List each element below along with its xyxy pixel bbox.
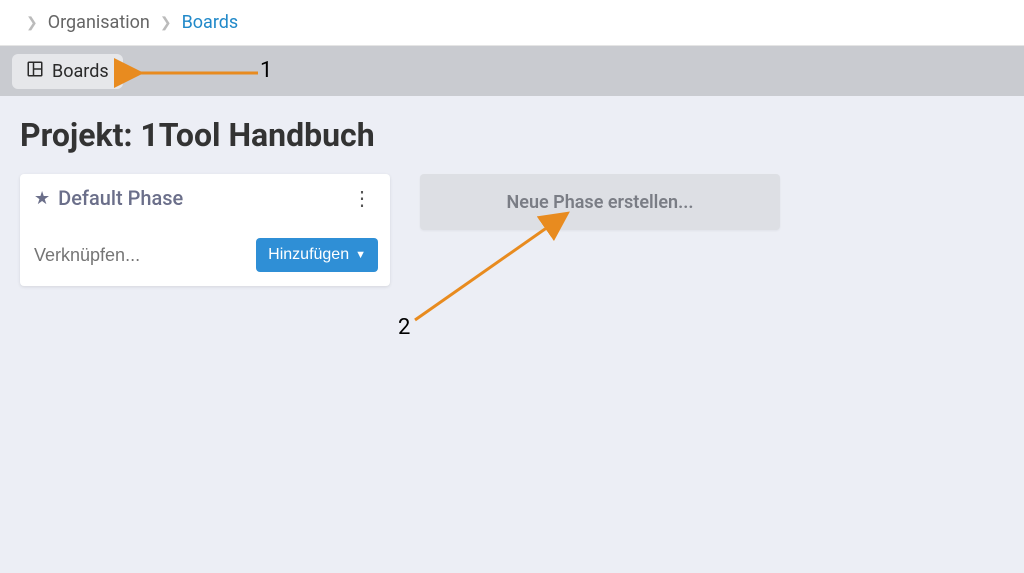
new-phase-label: Neue Phase erstellen... (507, 192, 694, 213)
phase-card-footer: Hinzufügen ▼ (20, 230, 390, 286)
breadcrumb: ❯ Organisation ❯ Boards (0, 0, 1024, 46)
toolbar: Boards (0, 46, 1024, 96)
breadcrumb-organisation[interactable]: Organisation (48, 12, 150, 33)
board-row: ★ Default Phase ⋮ Hinzufügen ▼ Neue Phas… (20, 174, 1004, 286)
phase-card-header: ★ Default Phase ⋮ (20, 174, 390, 230)
annotation-label-2: 2 (398, 315, 410, 340)
new-phase-button[interactable]: Neue Phase erstellen... (420, 174, 780, 230)
phase-card-menu-button[interactable]: ⋮ (348, 186, 376, 210)
add-button-label: Hinzufügen (268, 246, 349, 264)
content-area: Projekt: 1Tool Handbuch ★ Default Phase … (0, 96, 1024, 306)
chevron-right-icon: ❯ (26, 15, 38, 31)
boards-icon (26, 60, 44, 83)
page-title: Projekt: 1Tool Handbuch (20, 116, 1004, 154)
annotation-label-1: 1 (260, 58, 272, 83)
phase-card: ★ Default Phase ⋮ Hinzufügen ▼ (20, 174, 390, 286)
breadcrumb-boards[interactable]: Boards (182, 12, 239, 33)
boards-tab-label: Boards (52, 61, 109, 82)
star-icon: ★ (34, 188, 50, 209)
phase-name: Default Phase (58, 186, 183, 210)
link-input[interactable] (34, 245, 184, 266)
chevron-down-icon: ▼ (355, 249, 366, 261)
boards-tab-button[interactable]: Boards (12, 54, 123, 89)
chevron-right-icon: ❯ (160, 15, 172, 31)
phase-card-title: ★ Default Phase (34, 186, 183, 210)
add-button[interactable]: Hinzufügen ▼ (256, 238, 378, 272)
